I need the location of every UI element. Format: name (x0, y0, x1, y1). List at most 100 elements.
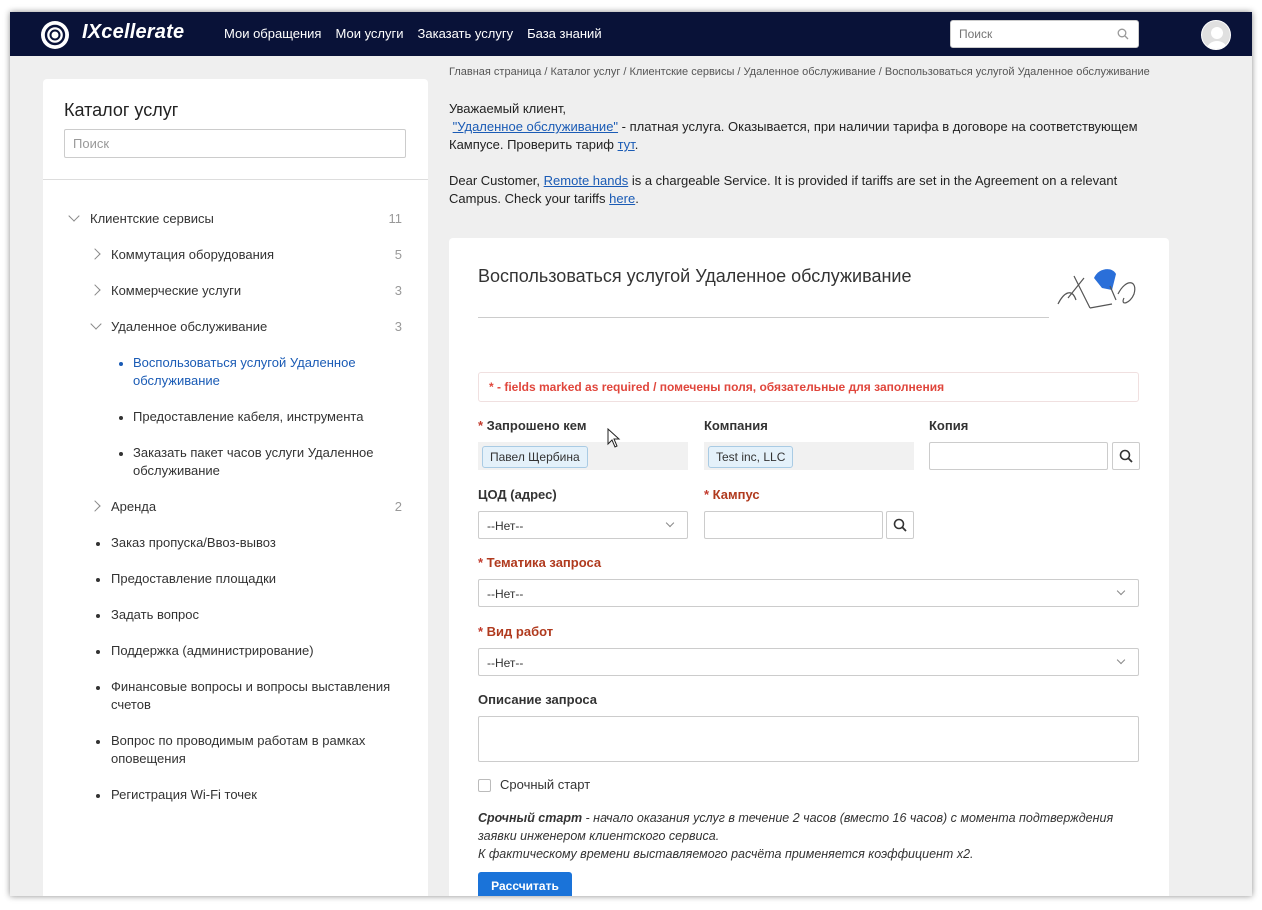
requested-by-tag[interactable]: Павел Щербина (482, 446, 588, 468)
main-nav: Мои обращения Мои услуги Заказать услугу… (224, 26, 602, 41)
tree-item-label: Аренда (111, 499, 157, 514)
breadcrumb[interactable]: Главная страница / Каталог услуг / Клиен… (449, 66, 1150, 78)
campus-label: * Кампус (704, 487, 760, 502)
nav-my-services[interactable]: Мои услуги (335, 26, 403, 41)
requested-by-label: * Запрошено кем (478, 418, 587, 433)
request-topic-value: --Нет-- (487, 587, 524, 601)
tariff-here-ru-link[interactable]: тут (618, 137, 635, 152)
work-type-select[interactable]: --Нет-- (478, 648, 1139, 676)
mouse-cursor-icon (607, 427, 621, 453)
tree-item-ask-question[interactable]: Задать вопрос (111, 606, 401, 624)
tree-root-client-services[interactable]: Клиентские сервисы 11 (90, 210, 402, 228)
tree-group-equipment-switching[interactable]: Коммутация оборудования 5 (111, 246, 402, 264)
tree-item-count: 3 (394, 283, 402, 298)
dc-address-select[interactable]: --Нет-- (478, 511, 688, 539)
tree-item-count: 2 (394, 499, 402, 514)
tree-item-finance[interactable]: Финансовые вопросы и вопросы выставления… (111, 678, 411, 714)
copy-input[interactable] (929, 442, 1108, 470)
tree-item-count: 3 (394, 319, 402, 334)
nav-knowledge-base[interactable]: База знаний (527, 26, 602, 41)
bullet-icon (96, 650, 100, 654)
tree-item-count: 5 (394, 247, 402, 262)
request-topic-select[interactable]: --Нет-- (478, 579, 1139, 607)
campus-lookup-button[interactable] (886, 511, 914, 539)
intro-greeting: Уважаемый клиент, (449, 101, 567, 116)
tree-item-site-provision[interactable]: Предоставление площадки (111, 570, 401, 588)
remote-hands-en-link[interactable]: Remote hands (544, 173, 629, 188)
chevron-down-icon (1116, 655, 1126, 665)
chevron-right-icon[interactable] (89, 248, 101, 260)
bullet-icon (119, 452, 123, 456)
tariff-here-en-link[interactable]: here (609, 191, 635, 206)
tree-item-use-remote-hands[interactable]: Воспользоваться услугой Удаленное обслуж… (133, 354, 393, 390)
tree-item-cable-tools[interactable]: Предоставление кабеля, инструмента (133, 408, 403, 426)
requested-by-field[interactable]: Павел Щербина (478, 442, 688, 470)
bullet-icon (96, 740, 100, 744)
tree-item-wifi-registration[interactable]: Регистрация Wi-Fi точек (111, 786, 401, 804)
urgent-start-term: Срочный старт (478, 811, 583, 825)
search-icon (893, 518, 907, 532)
app-window: IXcellerate Мои обращения Мои услуги Зак… (10, 12, 1252, 896)
company-label: Компания (704, 418, 768, 433)
tree-group-commercial-services[interactable]: Коммерческие услуги 3 (111, 282, 402, 300)
divider (478, 317, 1049, 318)
company-field[interactable]: Test inc, LLC (704, 442, 914, 470)
tree-item-hours-package[interactable]: Заказать пакет часов услуги Удаленное об… (133, 444, 403, 480)
dc-address-value: --Нет-- (487, 519, 524, 533)
company-tag[interactable]: Test inc, LLC (708, 446, 794, 468)
dc-address-label: ЦОД (адрес) (478, 487, 557, 502)
urgent-start-line2: К фактическому времени выставляемого рас… (478, 847, 974, 861)
calculate-button[interactable]: Рассчитать (478, 872, 572, 896)
tree-item-label: Коммерческие услуги (111, 283, 242, 298)
top-navbar: IXcellerate Мои обращения Мои услуги Зак… (10, 12, 1252, 56)
chevron-down-icon[interactable] (90, 318, 102, 330)
tree-item-pass-order[interactable]: Заказ пропуска/Ввоз-вывоз (111, 534, 401, 552)
intro-text: Уважаемый клиент, "Удаленное обслуживани… (449, 100, 1169, 208)
copy-lookup-button[interactable] (1112, 442, 1140, 470)
sidebar-search-input[interactable]: Поиск (64, 129, 406, 158)
urgent-start-checkbox[interactable] (478, 779, 491, 792)
divider (43, 179, 428, 180)
brand-name[interactable]: IXcellerate (82, 21, 184, 44)
remote-hands-illustration-icon (1054, 264, 1142, 317)
tree-item-support-admin[interactable]: Поддержка (администрирование) (111, 642, 401, 660)
nav-order-service[interactable]: Заказать услугу (418, 26, 514, 41)
bullet-icon (96, 542, 100, 546)
work-type-label: * Вид работ (478, 624, 554, 639)
tree-item-label: Удаленное обслуживание (111, 319, 268, 334)
nav-my-requests[interactable]: Мои обращения (224, 26, 321, 41)
intro-ru-paragraph: "Удаленное обслуживание" - платная услуг… (449, 119, 1138, 152)
search-icon[interactable] (1117, 27, 1129, 45)
bullet-icon (119, 362, 123, 366)
chevron-down-icon[interactable] (68, 210, 80, 222)
request-form-card: Воспользоваться услугой Удаленное обслуж… (449, 238, 1169, 896)
bullet-icon (119, 416, 123, 420)
search-icon (1119, 449, 1133, 463)
copy-label: Копия (929, 418, 969, 433)
form-title: Воспользоваться услугой Удаленное обслуж… (478, 266, 912, 286)
tree-item-label: Клиентские сервисы (90, 211, 214, 226)
work-type-value: --Нет-- (487, 656, 524, 670)
global-search-input[interactable] (951, 21, 1101, 47)
remote-hands-ru-link[interactable]: "Удаленное обслуживание" (453, 119, 618, 134)
user-avatar[interactable] (1201, 20, 1231, 50)
chevron-right-icon[interactable] (89, 500, 101, 512)
tree-item-works-notification[interactable]: Вопрос по проводимым работам в рамках оп… (111, 732, 391, 768)
tree-item-count: 11 (388, 211, 403, 226)
tree-group-remote-hands[interactable]: Удаленное обслуживание 3 (111, 318, 402, 336)
description-textarea[interactable] (478, 716, 1139, 762)
chevron-down-icon (665, 518, 675, 528)
tree-item-label: Коммутация оборудования (111, 247, 275, 262)
campus-input[interactable] (704, 511, 883, 539)
bullet-icon (96, 686, 100, 690)
brand-logo-icon[interactable] (41, 21, 69, 49)
urgent-start-label[interactable]: Срочный старт (500, 777, 590, 792)
bullet-icon (96, 578, 100, 582)
tree-group-rent[interactable]: Аренда 2 (111, 498, 402, 516)
chevron-down-icon (1116, 586, 1126, 596)
chevron-right-icon[interactable] (89, 284, 101, 296)
required-fields-note: * - fields marked as required / помечены… (478, 372, 1139, 402)
bullet-icon (96, 794, 100, 798)
intro-en-paragraph: Dear Customer, Remote hands is a chargea… (449, 173, 1118, 206)
